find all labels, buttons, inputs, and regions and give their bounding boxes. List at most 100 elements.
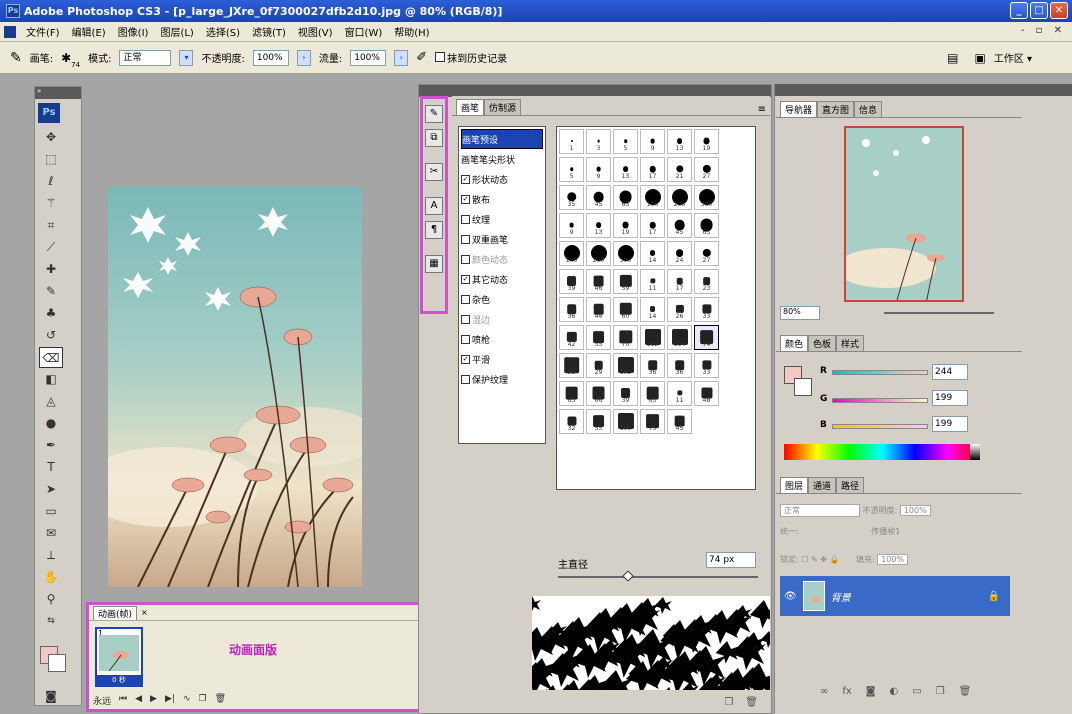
tab-histogram[interactable]: 直方图 bbox=[817, 101, 855, 117]
brush-tip-cell[interactable]: 59 bbox=[613, 269, 638, 294]
brush-tool-icon[interactable]: ✎ bbox=[39, 281, 63, 302]
mode-select[interactable]: 正常 bbox=[119, 49, 172, 66]
brush-setting-item[interactable]: 纹理 bbox=[461, 209, 543, 229]
brush-tip-cell[interactable]: 27 bbox=[694, 157, 719, 182]
brush-tip-cell[interactable]: 9 bbox=[559, 213, 584, 238]
brush-tip-cell[interactable]: 95 bbox=[559, 353, 584, 378]
brush-setting-item[interactable]: 画笔笔尖形状 bbox=[461, 149, 543, 169]
zoom-tool-icon[interactable]: ⚲ bbox=[39, 589, 63, 610]
brush-tip-cell[interactable]: 192 bbox=[613, 353, 638, 378]
brush-tip-cell[interactable]: 45 bbox=[667, 213, 692, 238]
brush-setting-checkbox[interactable]: ✓ bbox=[461, 194, 470, 204]
layers-opacity-input[interactable]: 100% bbox=[899, 505, 931, 516]
brush-tip-cell[interactable]: 36 bbox=[667, 353, 692, 378]
brush-setting-item[interactable]: ✓ 形状动态 bbox=[461, 169, 543, 189]
menu-select[interactable]: 选择(S) bbox=[200, 24, 246, 39]
brush-setting-item[interactable]: 双重画笔 bbox=[461, 229, 543, 249]
link-layers-icon[interactable]: ∞ bbox=[820, 686, 828, 697]
brush-setting-checkbox[interactable] bbox=[461, 374, 470, 384]
menu-layer[interactable]: 图层(L) bbox=[154, 24, 199, 39]
brush-tip-cell[interactable]: 39 bbox=[613, 381, 638, 406]
brush-tip-cell[interactable]: 1 bbox=[559, 129, 584, 154]
brush-tip-cell[interactable]: 29 bbox=[586, 353, 611, 378]
brush-tip-cell[interactable]: 19 bbox=[613, 213, 638, 238]
brush-tip-cell[interactable]: 3 bbox=[586, 129, 611, 154]
delete-frame-icon[interactable]: 🗑 bbox=[215, 694, 226, 707]
brush-tip-cell[interactable]: 100 bbox=[640, 185, 665, 210]
brush-setting-item[interactable]: ✓ 其它动态 bbox=[461, 269, 543, 289]
brush-tip-cell[interactable]: 14 bbox=[640, 241, 665, 266]
palette-icon[interactable]: ▤ bbox=[947, 51, 958, 65]
brush-tip-cell[interactable]: 44 bbox=[586, 297, 611, 322]
brush-tip-cell[interactable]: 33 bbox=[694, 297, 719, 322]
layer-visibility-eye-icon[interactable]: 👁 bbox=[784, 591, 797, 602]
airbrush-icon[interactable]: ✐ bbox=[416, 50, 427, 65]
menu-view[interactable]: 视图(V) bbox=[292, 24, 339, 39]
history-brush-icon[interactable]: ↺ bbox=[39, 325, 63, 346]
tab-paths[interactable]: 路径 bbox=[836, 477, 865, 493]
tab-animation-frames[interactable]: 动画(帧) bbox=[93, 605, 138, 620]
brush-panel-icon[interactable]: ✎ bbox=[425, 105, 443, 123]
blue-channel-input[interactable]: 199 bbox=[932, 416, 968, 432]
brush-setting-item[interactable]: 杂色 bbox=[461, 289, 543, 309]
brush-setting-item[interactable]: 颜色动态 bbox=[461, 249, 543, 269]
document-canvas[interactable] bbox=[108, 187, 362, 587]
quick-mask-icon[interactable]: ◙ bbox=[39, 686, 63, 707]
brush-tip-cell[interactable]: 11 bbox=[667, 381, 692, 406]
background-color-swatch[interactable] bbox=[48, 654, 66, 672]
brush-setting-checkbox[interactable] bbox=[461, 294, 470, 304]
new-brush-icon[interactable]: ❐ bbox=[724, 697, 733, 708]
move-tool-icon[interactable]: ✥ bbox=[39, 127, 63, 148]
tab-swatches[interactable]: 色板 bbox=[808, 335, 837, 351]
brush-tip-cell[interactable]: 5 bbox=[613, 129, 638, 154]
brush-tip-cell[interactable]: 36 bbox=[640, 353, 665, 378]
blur-tool-icon[interactable]: ◬ bbox=[39, 391, 63, 412]
brush-setting-checkbox[interactable] bbox=[461, 234, 470, 244]
brush-setting-checkbox[interactable] bbox=[461, 314, 470, 324]
brush-tip-cell[interactable]: 13 bbox=[667, 129, 692, 154]
brush-tip-cell[interactable]: 70 bbox=[613, 325, 638, 350]
brush-tip-cell[interactable]: 100 bbox=[613, 409, 638, 434]
brush-tip-cell[interactable]: 45 bbox=[586, 185, 611, 210]
brush-tip-cell[interactable]: 27 bbox=[694, 241, 719, 266]
brush-tip-cell[interactable]: 65 bbox=[694, 213, 719, 238]
tab-brushes[interactable]: 画笔 bbox=[456, 99, 485, 115]
duplicate-frame-icon[interactable]: ❐ bbox=[198, 694, 206, 707]
notes-tool-icon[interactable]: ✉ bbox=[39, 523, 63, 544]
brush-tip-cell[interactable]: 9 bbox=[640, 129, 665, 154]
brush-setting-item[interactable]: ✓ 平滑 bbox=[461, 349, 543, 369]
play-icon[interactable]: ▶ bbox=[150, 694, 157, 707]
clone-source-icon[interactable]: ⧉ bbox=[425, 129, 443, 147]
brush-tip-cell[interactable]: 55 bbox=[586, 325, 611, 350]
brush-setting-checkbox[interactable]: ✓ bbox=[461, 174, 470, 184]
tab-layers[interactable]: 图层 bbox=[780, 477, 809, 493]
brush-tip-cell[interactable]: 63 bbox=[640, 381, 665, 406]
brush-tip-cell[interactable]: 23 bbox=[694, 269, 719, 294]
layer-row-background[interactable]: 👁 背景 🔒 bbox=[780, 576, 1010, 616]
menu-filter[interactable]: 滤镜(T) bbox=[246, 24, 292, 39]
brush-tip-cell[interactable]: 75 bbox=[640, 409, 665, 434]
brush-tip-cell[interactable]: 24 bbox=[667, 241, 692, 266]
bridge-icon[interactable]: ▣ bbox=[974, 51, 985, 65]
color-background-swatch[interactable] bbox=[794, 378, 812, 396]
brush-setting-checkbox[interactable] bbox=[461, 334, 470, 344]
tween-icon[interactable]: ∿ bbox=[183, 694, 191, 707]
opacity-slider-icon[interactable]: › bbox=[296, 49, 311, 66]
brush-setting-checkbox[interactable] bbox=[461, 254, 470, 264]
diameter-input[interactable]: 74 px bbox=[706, 552, 756, 568]
brush-tip-cell[interactable]: 32 bbox=[559, 409, 584, 434]
brushes-panel-menu-icon[interactable]: ≡ bbox=[758, 104, 766, 115]
loop-select[interactable]: 永远 bbox=[93, 694, 111, 707]
prev-frame-icon[interactable]: ◀ bbox=[135, 694, 142, 707]
brush-setting-checkbox[interactable]: ✓ bbox=[461, 354, 470, 364]
magic-wand-tool-icon[interactable]: ⚚ bbox=[39, 193, 63, 214]
brush-tip-cell[interactable]: 65 bbox=[613, 185, 638, 210]
brush-tip-cell[interactable]: 63 bbox=[559, 381, 584, 406]
tab-clone-source[interactable]: 仿制源 bbox=[484, 99, 522, 115]
brush-tip-cell[interactable]: 60 bbox=[613, 297, 638, 322]
brush-tip-cell[interactable]: 300 bbox=[613, 241, 638, 266]
fill-input[interactable]: 100% bbox=[877, 554, 909, 565]
brush-tip-cell[interactable]: 5 bbox=[559, 157, 584, 182]
blue-channel-slider[interactable] bbox=[832, 424, 928, 429]
brush-tip-cell[interactable]: 21 bbox=[667, 157, 692, 182]
